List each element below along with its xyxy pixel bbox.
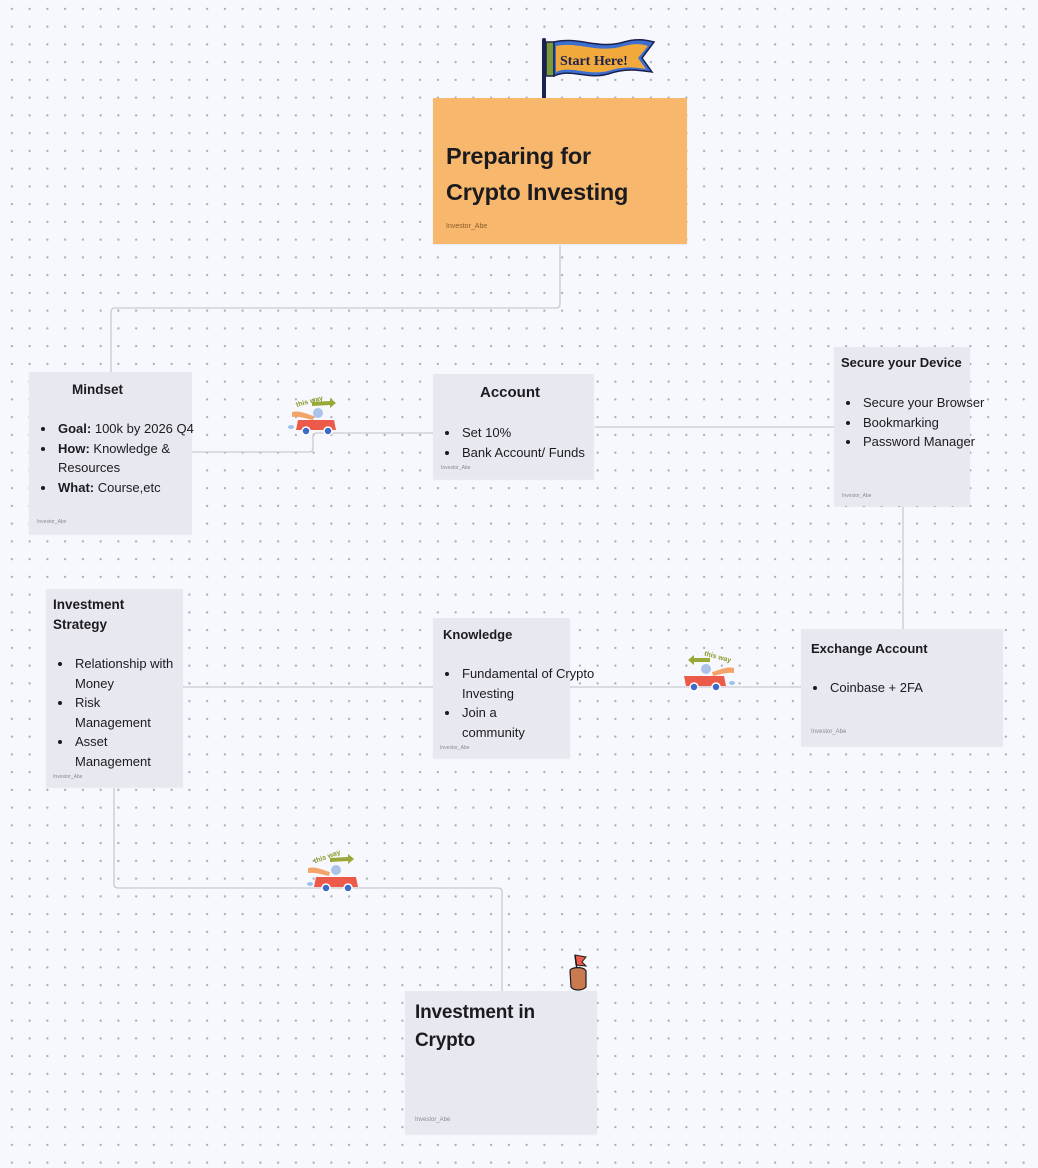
car-icon: this way: [288, 395, 336, 436]
list-item: Asset Management: [73, 732, 155, 771]
this-way-car-sticker: this way: [680, 648, 740, 694]
item-label: Goal:: [58, 421, 92, 436]
title-line-2: Crypto Investing: [446, 179, 629, 205]
list-item: What: Course,etc: [56, 478, 216, 498]
secure-device-note[interactable]: Secure your Device Secure your Browser B…: [834, 347, 984, 506]
note-title: Account: [480, 384, 540, 401]
sticker-text: this way: [703, 651, 732, 665]
investment-strategy-note[interactable]: Investment Strategy Relationship with Mo…: [46, 589, 183, 787]
author-label: Investor_Abe: [53, 774, 83, 780]
list-item: Bookmarking: [861, 413, 996, 433]
mindset-note[interactable]: Mindset Goal: 100k by 2026 Q4 How: Knowl…: [29, 372, 194, 534]
list-item: How: Knowledge & Resources: [56, 439, 216, 478]
connector-title-to-mindset: [110, 245, 561, 372]
title-line-1: Investment in: [415, 1002, 535, 1023]
list-item: Goal: 100k by 2026 Q4: [56, 419, 216, 439]
author-label: Investor_Abe: [842, 493, 872, 499]
list-item: Secure your Browser: [861, 393, 996, 413]
hand-flag-sticker: [566, 953, 592, 993]
this-way-car-sticker: this way: [286, 394, 342, 438]
list-item: Fundamental of Crypto Investing: [460, 664, 596, 703]
investment-crypto-note[interactable]: Investment in Crypto Investor_Abe: [405, 991, 597, 1134]
item-label: How:: [58, 440, 90, 456]
author-label: Investor_Abe: [440, 745, 470, 751]
list-item: Coinbase + 2FA: [828, 678, 1028, 698]
list-item: Set 10%: [460, 423, 620, 443]
car-icon: this way: [684, 651, 735, 692]
start-flag-text: Start Here!: [560, 54, 628, 69]
author-label: Investor_Abe: [446, 223, 488, 230]
author-label: Investor_Abe: [415, 1117, 451, 1123]
start-here-flag: Start Here!: [538, 36, 658, 102]
list-item: Join a community: [460, 703, 525, 742]
note-title: Exchange Account: [811, 641, 928, 656]
list-item: Risk Management: [73, 693, 155, 732]
item-text: 100k by 2026 Q4: [91, 421, 194, 436]
list-item: Bank Account/ Funds: [460, 443, 620, 463]
this-way-car-sticker: this way: [302, 846, 362, 896]
hand-flag-icon: [569, 954, 588, 991]
car-icon: this way: [307, 849, 358, 893]
note-title: Mindset: [72, 382, 124, 397]
account-note[interactable]: Account Set 10% Bank Account/ Funds Inve…: [433, 374, 594, 479]
note-title: Investment Strategy: [53, 597, 125, 632]
note-title: Knowledge: [443, 627, 513, 642]
list-item: Relationship with Money: [73, 654, 209, 693]
exchange-account-note[interactable]: Exchange Account Coinbase + 2FA Investor…: [801, 629, 1003, 746]
author-label: Investor_Abe: [441, 465, 471, 471]
title-line-1: Preparing for: [446, 143, 591, 169]
knowledge-note[interactable]: Knowledge Fundamental of Crypto Investin…: [433, 618, 594, 758]
author-label: Investor_Abe: [811, 729, 847, 735]
sticker-text: this way: [313, 849, 341, 865]
flag-icon: Start Here!: [542, 38, 656, 100]
title-line-2: Crypto: [415, 1030, 476, 1051]
item-label: What:: [58, 479, 95, 495]
author-label: Investor_Abe: [37, 519, 67, 525]
item-text: Course,etc: [94, 479, 161, 495]
note-title: Secure your Device: [841, 355, 962, 370]
title-note[interactable]: Preparing for Crypto Investing Investor_…: [433, 98, 687, 244]
list-item: Password Manager: [861, 432, 996, 452]
